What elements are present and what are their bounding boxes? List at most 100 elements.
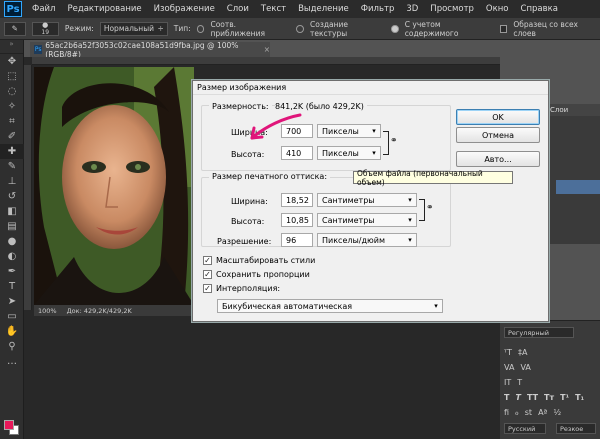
stamp-tool-icon[interactable]: ⊥ (0, 174, 24, 189)
ordinal-icon[interactable]: Aª (538, 408, 547, 417)
menu-item[interactable]: Просмотр (424, 4, 480, 14)
menu-bar: Ps Файл Редактирование Изображение Слои Текс… (0, 0, 600, 18)
toolbar-collapse[interactable]: » (0, 40, 23, 54)
chain-link-icon: ⚭ (426, 203, 434, 213)
stylistic-icon[interactable]: st (525, 408, 532, 417)
horizontal-scale-icon: T (517, 378, 523, 387)
char-row-styles: T T TT Tт T¹ T₁ (500, 390, 600, 405)
dropdown-arrow-icon: ▾ (372, 149, 376, 157)
type-opt1-label: Соотв. приближения (210, 19, 265, 38)
document-title: 65ac2b6a52f3053c02cae108a51d9fba.jpg @ 1… (45, 40, 239, 59)
print-width-input[interactable]: 18,52 (281, 193, 313, 207)
gradient-tool-icon[interactable]: ▤ (0, 219, 24, 234)
layers-panel-tab[interactable]: Слои (548, 104, 600, 116)
interpolation-dropdown[interactable]: Бикубическая автоматическая ▾ (217, 299, 443, 313)
crop-tool-icon[interactable]: ⌗ (0, 114, 24, 129)
scale-styles-checkbox[interactable]: ✓ (203, 256, 212, 265)
fraction-icon[interactable]: ½ (553, 408, 561, 417)
tool-preset-picker[interactable]: ✎ (4, 21, 26, 36)
small-caps-icon[interactable]: Tт (544, 393, 554, 402)
brush-size-picker[interactable]: ● 19 (31, 21, 59, 36)
dropdown-arrow-icon: ▾ (408, 196, 412, 204)
all-caps-icon[interactable]: TT (527, 393, 538, 402)
width-unit-dropdown[interactable]: Пикселы ▾ (317, 124, 381, 138)
char-row-kerning: VA VA (500, 360, 600, 375)
zoom-level[interactable]: 100% (38, 307, 57, 315)
brush-tool-icon[interactable]: ✎ (0, 159, 24, 174)
blur-tool-icon[interactable]: ● (0, 234, 24, 249)
print-height-input[interactable]: 10,85 (281, 213, 313, 227)
pixel-link-bracket (383, 131, 389, 155)
selected-layer[interactable] (556, 180, 600, 194)
move-tool-icon[interactable]: ✥ (0, 54, 24, 69)
character-panel: Регулярный ᵀT ‡A VA VA IT T T T TT Tт T¹ T₁ fi ℴ s… (500, 320, 600, 439)
swash-icon[interactable]: ℴ (515, 408, 519, 417)
height-input[interactable]: 410 (281, 146, 313, 160)
document-tab[interactable]: Ps 65ac2b6a52f3053c02cae108a51d9fba.jpg … (30, 40, 270, 59)
horizontal-ruler (32, 57, 500, 65)
dialog-titlebar[interactable]: Размер изображения (193, 81, 548, 95)
foreground-color-swatch[interactable] (4, 420, 14, 430)
subscript-icon[interactable]: T₁ (575, 393, 584, 402)
tools-panel: » ✥ ⬚ ◌ ✧ ⌗ ✐ ✚ ✎ ⊥ ↺ ◧ ▤ ● ◐ ✒ T ➤ ▭ ✋ … (0, 40, 24, 439)
mode-dropdown[interactable]: Нормальный ÷ (99, 21, 168, 36)
menu-item[interactable]: Справка (515, 4, 564, 14)
eraser-tool-icon[interactable]: ◧ (0, 204, 24, 219)
ligature-icon[interactable]: fi (504, 408, 509, 417)
resample-label: Интерполяция: (216, 284, 281, 293)
healing-brush-tool-icon[interactable]: ✚ (0, 144, 24, 159)
sample-all-checkbox[interactable] (499, 24, 508, 33)
more-tools-icon[interactable]: … (0, 354, 24, 369)
menu-item[interactable]: Текст (255, 4, 292, 14)
menu-item[interactable]: Редактирование (61, 4, 147, 14)
history-brush-tool-icon[interactable]: ↺ (0, 189, 24, 204)
menu-item[interactable]: Файл (26, 4, 61, 14)
antialias-value: Резкое (560, 424, 584, 433)
type-radio-texture[interactable] (296, 24, 305, 33)
superscript-icon[interactable]: T¹ (560, 393, 569, 402)
menu-item[interactable]: Слои (221, 4, 255, 14)
print-width-unit-dropdown[interactable]: Сантиметры ▾ (317, 193, 417, 207)
language-value: Русский (508, 424, 536, 433)
close-tab-icon[interactable]: × (264, 45, 270, 54)
auto-button[interactable]: Авто... (456, 151, 540, 167)
resolution-input[interactable]: 96 (281, 233, 313, 247)
antialias-dropdown[interactable]: Резкое (556, 423, 596, 434)
font-style-dropdown[interactable]: Регулярный (504, 327, 574, 338)
lasso-tool-icon[interactable]: ◌ (0, 84, 24, 99)
pen-tool-icon[interactable]: ✒ (0, 264, 24, 279)
resample-checkbox[interactable]: ✓ (203, 284, 212, 293)
width-unit-value: Пикселы (322, 126, 359, 136)
dodge-tool-icon[interactable]: ◐ (0, 249, 24, 264)
shape-tool-icon[interactable]: ▭ (0, 309, 24, 324)
faux-bold-icon[interactable]: T (504, 393, 509, 402)
menu-item[interactable]: Выделение (292, 4, 355, 14)
dropdown-arrow-icon: ▾ (408, 236, 412, 244)
menu-item[interactable]: Фильтр (355, 4, 401, 14)
hand-tool-icon[interactable]: ✋ (0, 324, 24, 339)
type-tool-icon[interactable]: T (0, 279, 24, 294)
menu-item[interactable]: 3D (400, 4, 424, 14)
type-radio-content-aware[interactable] (390, 24, 399, 33)
type-radio-proximity[interactable] (196, 24, 205, 33)
faux-italic-icon[interactable]: T (515, 393, 520, 402)
ok-button[interactable]: OK (456, 109, 540, 125)
language-dropdown[interactable]: Русский (504, 423, 546, 434)
height-unit-dropdown[interactable]: Пикселы ▾ (317, 146, 381, 160)
dropdown-arrow-icon: ▾ (408, 216, 412, 224)
zoom-tool-icon[interactable]: ⚲ (0, 339, 24, 354)
resolution-unit-dropdown[interactable]: Пикселы/дюйм ▾ (317, 233, 417, 247)
quick-select-tool-icon[interactable]: ✧ (0, 99, 24, 114)
status-bar: 100% Док: 429,2K/429,2K (34, 305, 194, 316)
print-height-unit-dropdown[interactable]: Сантиметры ▾ (317, 213, 417, 227)
vertical-ruler (24, 65, 32, 310)
document-image[interactable] (34, 67, 194, 305)
cancel-button[interactable]: Отмена (456, 127, 540, 143)
constrain-proportions-checkbox[interactable]: ✓ (203, 270, 212, 279)
eyedropper-tool-icon[interactable]: ✐ (0, 129, 24, 144)
marquee-tool-icon[interactable]: ⬚ (0, 69, 24, 84)
path-select-tool-icon[interactable]: ➤ (0, 294, 24, 309)
menu-item[interactable]: Окно (480, 4, 515, 14)
menu-item[interactable]: Изображение (148, 4, 221, 14)
height-unit-value: Пикселы (322, 148, 359, 158)
